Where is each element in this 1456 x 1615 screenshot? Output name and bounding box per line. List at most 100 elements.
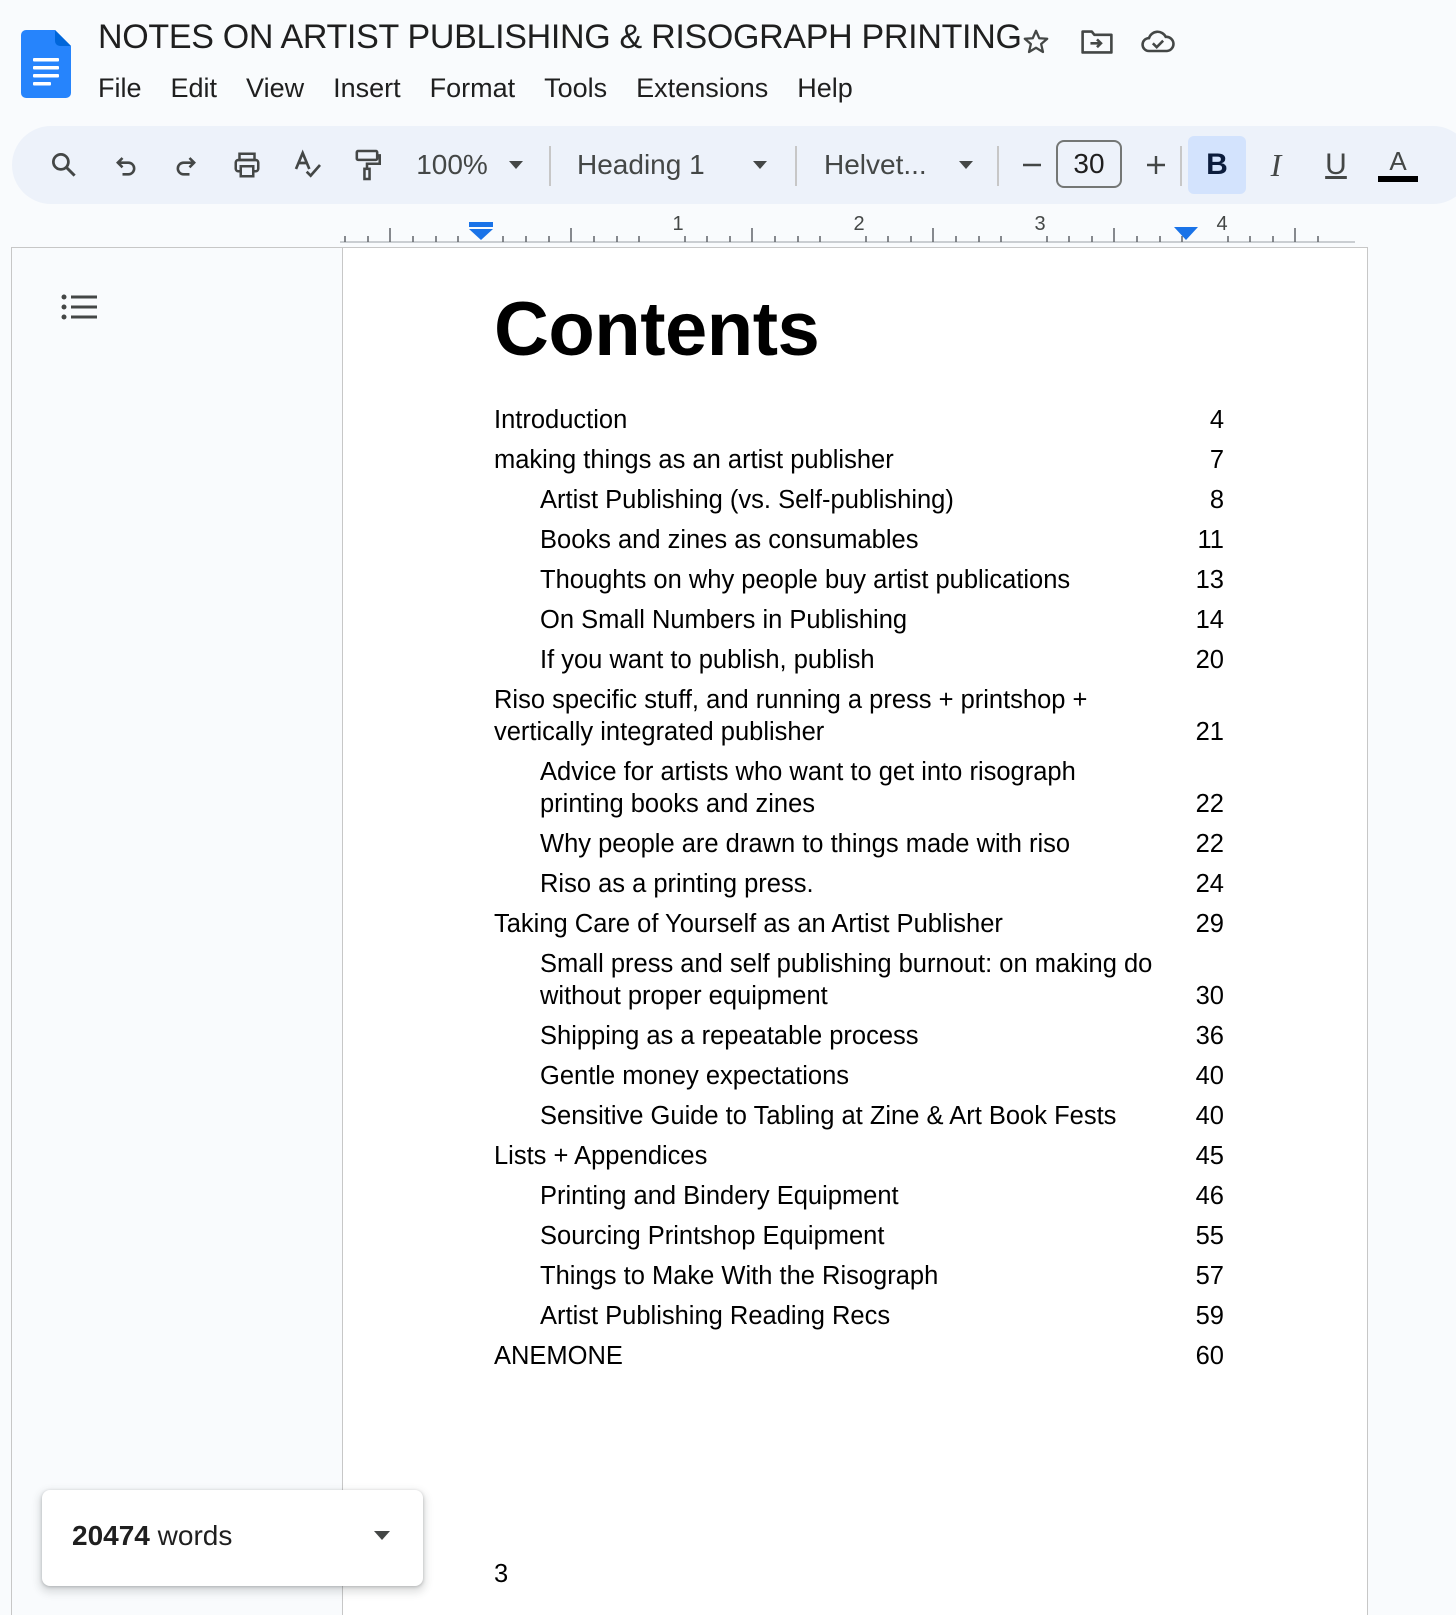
undo-icon[interactable] <box>106 126 146 204</box>
toc-entry-page[interactable]: 40 <box>1196 1100 1224 1132</box>
bold-button[interactable]: B <box>1188 136 1246 194</box>
toc-entry[interactable]: Small press and self publishing burnout:… <box>494 948 1224 1012</box>
toc-entry-title[interactable]: Things to Make With the Risograph <box>494 1260 1224 1292</box>
toc-entry-title[interactable]: Printing and Bindery Equipment <box>494 1180 1224 1212</box>
toc-entry[interactable]: If you want to publish, publish 20 <box>494 644 1224 676</box>
menu-help[interactable]: Help <box>785 70 865 106</box>
toc-entry-title[interactable]: On Small Numbers in Publishing <box>494 604 1224 636</box>
italic-button[interactable]: I <box>1271 147 1282 184</box>
toc-entry-page[interactable]: 7 <box>1210 444 1224 476</box>
star-icon[interactable] <box>1018 24 1054 60</box>
menu-edit[interactable]: Edit <box>159 70 230 106</box>
docs-logo-icon[interactable] <box>21 30 71 98</box>
toc-entry-title[interactable]: Gentle money expectations <box>494 1060 1224 1092</box>
word-count-widget[interactable]: 20474 words <box>42 1490 423 1586</box>
menu-view[interactable]: View <box>234 70 316 106</box>
spellcheck-icon[interactable] <box>287 126 329 204</box>
toc-entry-page[interactable]: 14 <box>1196 604 1224 636</box>
toc-entry[interactable]: Gentle money expectations 40 <box>494 1060 1224 1092</box>
redo-icon[interactable] <box>166 126 206 204</box>
underline-button[interactable]: U <box>1325 148 1347 182</box>
toc-entry-title[interactable]: Introduction <box>494 404 1224 436</box>
toc-entry-title[interactable]: Sourcing Printshop Equipment <box>494 1220 1224 1252</box>
toc-entry[interactable]: Printing and Bindery Equipment 46 <box>494 1180 1224 1212</box>
toc-entry[interactable]: Introduction 4 <box>494 404 1224 436</box>
menu-extensions[interactable]: Extensions <box>624 70 780 106</box>
document-outline-icon[interactable] <box>60 293 98 327</box>
toc-entry[interactable]: Books and zines as consumables 11 <box>494 524 1224 556</box>
toc-entry-page[interactable]: 46 <box>1196 1180 1224 1212</box>
toc-entry-title[interactable]: Books and zines as consumables <box>494 524 1224 556</box>
toc-entry-title[interactable]: Shipping as a repeatable process <box>494 1020 1224 1052</box>
menu-file[interactable]: File <box>86 70 154 106</box>
toc-entry-title[interactable]: Advice for artists who want to get into … <box>494 756 1224 820</box>
toc-entry-page[interactable]: 22 <box>1196 788 1224 820</box>
toc-entry[interactable]: ANEMONE 60 <box>494 1340 1224 1372</box>
paragraph-style-select[interactable]: Heading 1 <box>577 149 705 181</box>
toc-entry[interactable]: Lists + Appendices 45 <box>494 1140 1224 1172</box>
toc-entry-title[interactable]: ANEMONE <box>494 1340 1224 1372</box>
toc-entry-title[interactable]: Artist Publishing Reading Recs <box>494 1300 1224 1332</box>
toc-entry[interactable]: Artist Publishing (vs. Self-publishing) 8 <box>494 484 1224 516</box>
toc-entry-title[interactable]: If you want to publish, publish <box>494 644 1224 676</box>
toc-entry-page[interactable]: 8 <box>1210 484 1224 516</box>
toc-entry-page[interactable]: 45 <box>1196 1140 1224 1172</box>
left-indent-marker[interactable] <box>469 222 493 240</box>
toc-entry-title[interactable]: Taking Care of Yourself as an Artist Pub… <box>494 908 1224 940</box>
menu-format[interactable]: Format <box>418 70 528 106</box>
toc-entry-title[interactable]: Sensitive Guide to Tabling at Zine & Art… <box>494 1100 1224 1132</box>
ruler[interactable]: 1 2 3 4 <box>340 212 1355 248</box>
paint-format-icon[interactable] <box>347 126 387 204</box>
toc-entry-title[interactable]: making things as an artist publisher <box>494 444 1224 476</box>
zoom-value[interactable]: 100% <box>416 149 488 181</box>
toc-entry-page[interactable]: 55 <box>1196 1220 1224 1252</box>
toc-entry[interactable]: Riso as a printing press. 24 <box>494 868 1224 900</box>
font-family-select[interactable]: Helvet... <box>824 149 927 181</box>
toc-entry-title[interactable]: Why people are drawn to things made with… <box>494 828 1224 860</box>
toc-entry-title[interactable]: Riso specific stuff, and running a press… <box>494 684 1224 748</box>
toc-entry[interactable]: Why people are drawn to things made with… <box>494 828 1224 860</box>
word-count-dropdown-icon[interactable] <box>373 1530 391 1541</box>
toc-entry-page[interactable]: 21 <box>1196 716 1224 748</box>
toc-entry-page[interactable]: 24 <box>1196 868 1224 900</box>
minus-icon[interactable] <box>1012 126 1052 204</box>
toc-entry[interactable]: Advice for artists who want to get into … <box>494 756 1224 820</box>
toc-entry[interactable]: Sourcing Printshop Equipment 55 <box>494 1220 1224 1252</box>
toc-entry[interactable]: Shipping as a repeatable process 36 <box>494 1020 1224 1052</box>
font-size-input[interactable]: 30 <box>1056 140 1122 188</box>
toc-entry[interactable]: Sensitive Guide to Tabling at Zine & Art… <box>494 1100 1224 1132</box>
toc-entry-title[interactable]: Small press and self publishing burnout:… <box>494 948 1224 1012</box>
toc-entry-page[interactable]: 22 <box>1196 828 1224 860</box>
toc-entry-page[interactable]: 59 <box>1196 1300 1224 1332</box>
plus-icon[interactable] <box>1136 126 1176 204</box>
toc-entry-page[interactable]: 20 <box>1196 644 1224 676</box>
toc-entry-page[interactable]: 13 <box>1196 564 1224 596</box>
toc-entry-page[interactable]: 4 <box>1210 404 1224 436</box>
toc-entry-page[interactable]: 60 <box>1196 1340 1224 1372</box>
menu-insert[interactable]: Insert <box>321 70 413 106</box>
toc-entry-title[interactable]: Artist Publishing (vs. Self-publishing) <box>494 484 1224 516</box>
menu-tools[interactable]: Tools <box>532 70 619 106</box>
font-dropdown-icon[interactable] <box>952 126 980 204</box>
document-title[interactable]: NOTES ON ARTIST PUBLISHING & RISOGRAPH P… <box>98 18 1022 57</box>
zoom-dropdown-icon[interactable] <box>502 126 530 204</box>
move-folder-icon[interactable] <box>1079 24 1115 60</box>
right-indent-marker[interactable] <box>1174 227 1198 240</box>
toc-entry[interactable]: Artist Publishing Reading Recs 59 <box>494 1300 1224 1332</box>
toc-entry[interactable]: making things as an artist publisher 7 <box>494 444 1224 476</box>
toc-entry-page[interactable]: 36 <box>1196 1020 1224 1052</box>
toc-entry[interactable]: Things to Make With the Risograph 57 <box>494 1260 1224 1292</box>
toc-entry-page[interactable]: 57 <box>1196 1260 1224 1292</box>
toc-entry[interactable]: On Small Numbers in Publishing 14 <box>494 604 1224 636</box>
toc-entry[interactable]: Taking Care of Yourself as an Artist Pub… <box>494 908 1224 940</box>
toc-entry-page[interactable]: 40 <box>1196 1060 1224 1092</box>
print-icon[interactable] <box>226 126 268 204</box>
style-dropdown-icon[interactable] <box>746 126 774 204</box>
toc-entry-page[interactable]: 30 <box>1196 980 1224 1012</box>
toc-entry-page[interactable]: 11 <box>1198 524 1224 556</box>
text-color-button[interactable]: A <box>1389 148 1406 174</box>
search-icon[interactable] <box>44 126 84 204</box>
toc-entry[interactable]: Thoughts on why people buy artist public… <box>494 564 1224 596</box>
toc-entry-title[interactable]: Riso as a printing press. <box>494 868 1224 900</box>
toc-entry[interactable]: Riso specific stuff, and running a press… <box>494 684 1224 748</box>
